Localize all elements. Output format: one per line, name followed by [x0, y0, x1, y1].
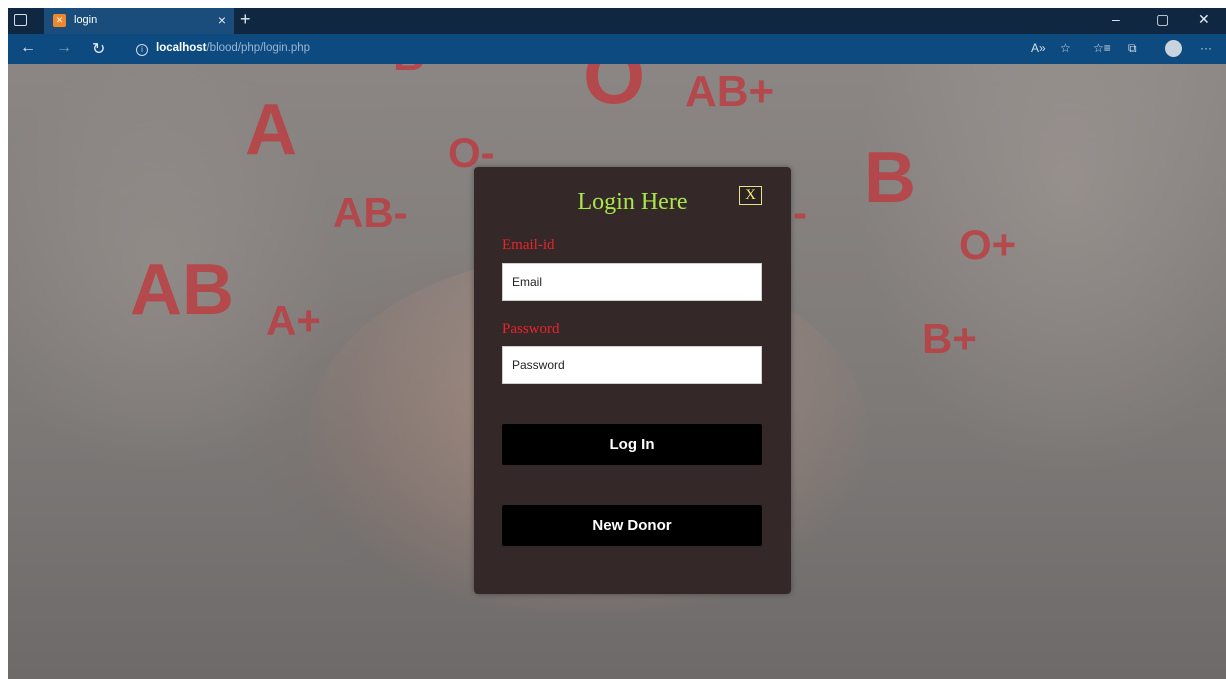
close-modal-button[interactable]: X	[739, 186, 762, 205]
blood-type-text: A	[245, 90, 297, 170]
blood-type-text: O+	[959, 221, 1017, 268]
email-label: Email-id	[502, 237, 555, 253]
password-input[interactable]	[502, 346, 762, 384]
new-donor-button[interactable]: New Donor	[502, 505, 762, 546]
blood-type-text: AB	[130, 250, 234, 330]
address-bar: ← → ↻ i localhost/blood/php/login.php A» …	[8, 34, 1226, 64]
tab-actions-icon[interactable]	[14, 14, 27, 26]
new-tab-button[interactable]: +	[240, 9, 251, 30]
tab-title: login	[74, 14, 98, 26]
browser-window: ✕ login × + – ▢ ✕ ← → ↻ i localhost/blood…	[8, 8, 1226, 679]
blood-type-text: O	[583, 64, 646, 120]
url-host: localhost	[156, 42, 207, 54]
back-icon[interactable]: ←	[20, 39, 36, 57]
collections-icon[interactable]: ⧉	[1128, 41, 1137, 56]
xampp-favicon-icon: ✕	[53, 14, 66, 27]
blood-type-text: B+	[922, 315, 977, 362]
tab-bar: ✕ login × + – ▢ ✕	[8, 8, 1226, 34]
password-label: Password	[502, 321, 560, 337]
blood-type-text: -	[793, 189, 807, 236]
blood-type-text: AB-	[333, 189, 408, 236]
tab-close-icon[interactable]: ×	[218, 12, 226, 28]
url-field[interactable]: i localhost/blood/php/login.php	[136, 42, 310, 56]
site-info-icon[interactable]: i	[136, 44, 148, 56]
blood-type-text: A+	[266, 297, 321, 344]
restore-icon[interactable]: ▢	[1156, 11, 1169, 28]
blood-type-text: B	[393, 64, 425, 78]
forward-icon[interactable]: →	[56, 39, 72, 57]
blood-type-text: AB+	[685, 67, 775, 116]
blood-type-text: B	[864, 138, 916, 218]
login-button[interactable]: Log In	[502, 424, 762, 465]
read-aloud-icon[interactable]: A»	[1031, 41, 1046, 55]
add-favorite-icon[interactable]: ☆	[1060, 41, 1071, 55]
page-background: A O AB+ O- AB- B O+ AB A+ B+ - B Login H…	[8, 64, 1226, 679]
minimize-icon[interactable]: –	[1112, 11, 1120, 27]
email-input[interactable]	[502, 263, 762, 301]
refresh-icon[interactable]: ↻	[92, 39, 105, 59]
profile-avatar[interactable]	[1165, 40, 1182, 57]
url-path: /blood/php/login.php	[206, 42, 311, 54]
browser-tab-login[interactable]: ✕ login ×	[44, 8, 234, 34]
favorites-icon[interactable]: ☆≡	[1093, 41, 1111, 55]
more-menu-icon[interactable]: ···	[1200, 41, 1212, 55]
login-modal: Login Here X Email-id Password Log In Ne…	[474, 167, 791, 594]
close-window-icon[interactable]: ✕	[1198, 11, 1210, 28]
